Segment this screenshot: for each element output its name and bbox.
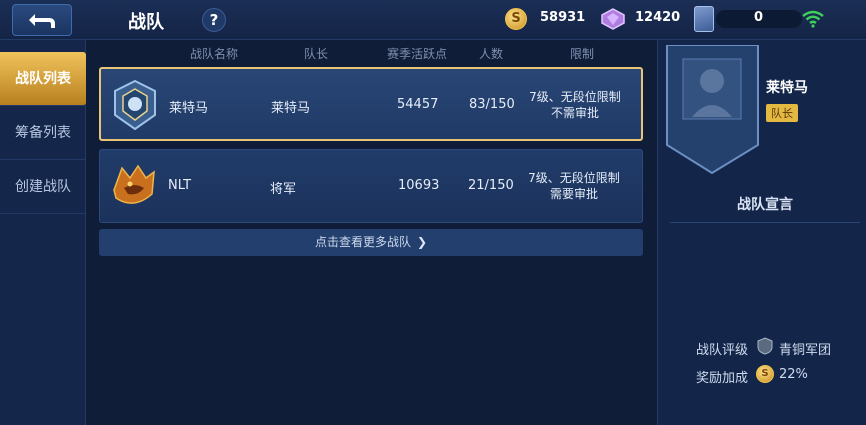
leader-badge: 队长 — [766, 104, 798, 122]
gem-amount: 12420 — [635, 10, 681, 25]
team-limit-level: 7级、无段位限制 — [528, 171, 620, 185]
sidebar-item-prep-list[interactable]: 筹备列表 — [0, 106, 86, 160]
team-limit: 7级、无段位限制 需要审批 — [509, 170, 639, 202]
rank-shield-icon — [757, 337, 773, 355]
team-leader: 将军 — [270, 182, 297, 197]
card-amount: 0 — [754, 10, 764, 25]
gold-coin-icon: S — [756, 365, 774, 383]
chevron-right-icon: ❯ — [416, 235, 428, 249]
team-limit-approval: 需要审批 — [549, 187, 598, 201]
team-emblem-icon — [113, 164, 155, 204]
gold-amount: 58931 — [540, 10, 586, 25]
view-more-button[interactable]: 点击查看更多战队 ❯ — [99, 229, 643, 256]
table-row[interactable]: NLT 将军 10693 21/150 7级、无段位限制 需要审批 — [99, 149, 643, 223]
bonus-value: 22% — [779, 367, 808, 382]
gold-coin-icon: S — [505, 8, 527, 30]
team-activity: 54457 — [397, 97, 439, 112]
team-leader: 莱特马 — [271, 101, 311, 116]
back-icon — [29, 14, 55, 28]
back-button[interactable] — [12, 4, 72, 36]
card-icon — [694, 6, 714, 32]
wifi-icon — [802, 10, 824, 28]
column-header-members: 人数 — [479, 47, 504, 61]
leader-name: 莱特马 — [766, 80, 808, 96]
team-activity: 10693 — [398, 178, 440, 193]
team-members: 21/150 — [468, 178, 514, 193]
rating-value: 青铜军团 — [779, 343, 832, 358]
team-limit-approval: 不需审批 — [550, 106, 599, 120]
sidebar-item-team-list[interactable]: 战队列表 — [0, 52, 86, 106]
sidebar: 战队列表 筹备列表 创建战队 — [0, 40, 86, 425]
rating-label: 战队评级 — [696, 343, 749, 358]
page-title: 战队 — [128, 12, 164, 33]
team-members: 83/150 — [469, 97, 515, 112]
sidebar-item-create-team[interactable]: 创建战队 — [0, 160, 86, 214]
team-limit: 7级、无段位限制 不需审批 — [510, 89, 640, 121]
team-limit-level: 7级、无段位限制 — [529, 90, 621, 104]
team-name: 莱特马 — [169, 101, 209, 116]
team-emblem-icon — [114, 79, 156, 131]
bonus-label: 奖励加成 — [696, 371, 749, 386]
team-name: NLT — [168, 178, 192, 193]
divider — [670, 222, 860, 223]
view-more-label: 点击查看更多战队 — [314, 235, 411, 249]
column-header-leader: 队长 — [304, 47, 329, 61]
column-header-activity: 赛季活跃点 — [387, 47, 448, 61]
column-header-name: 战队名称 — [190, 47, 239, 61]
gem-icon — [601, 8, 625, 30]
leader-portrait — [666, 45, 759, 175]
manifesto-title: 战队宣言 — [737, 197, 793, 213]
help-icon[interactable]: ? — [202, 8, 226, 32]
column-header-limit: 限制 — [570, 47, 595, 61]
table-row[interactable]: 莱特马 莱特马 54457 83/150 7级、无段位限制 不需审批 — [99, 67, 643, 141]
